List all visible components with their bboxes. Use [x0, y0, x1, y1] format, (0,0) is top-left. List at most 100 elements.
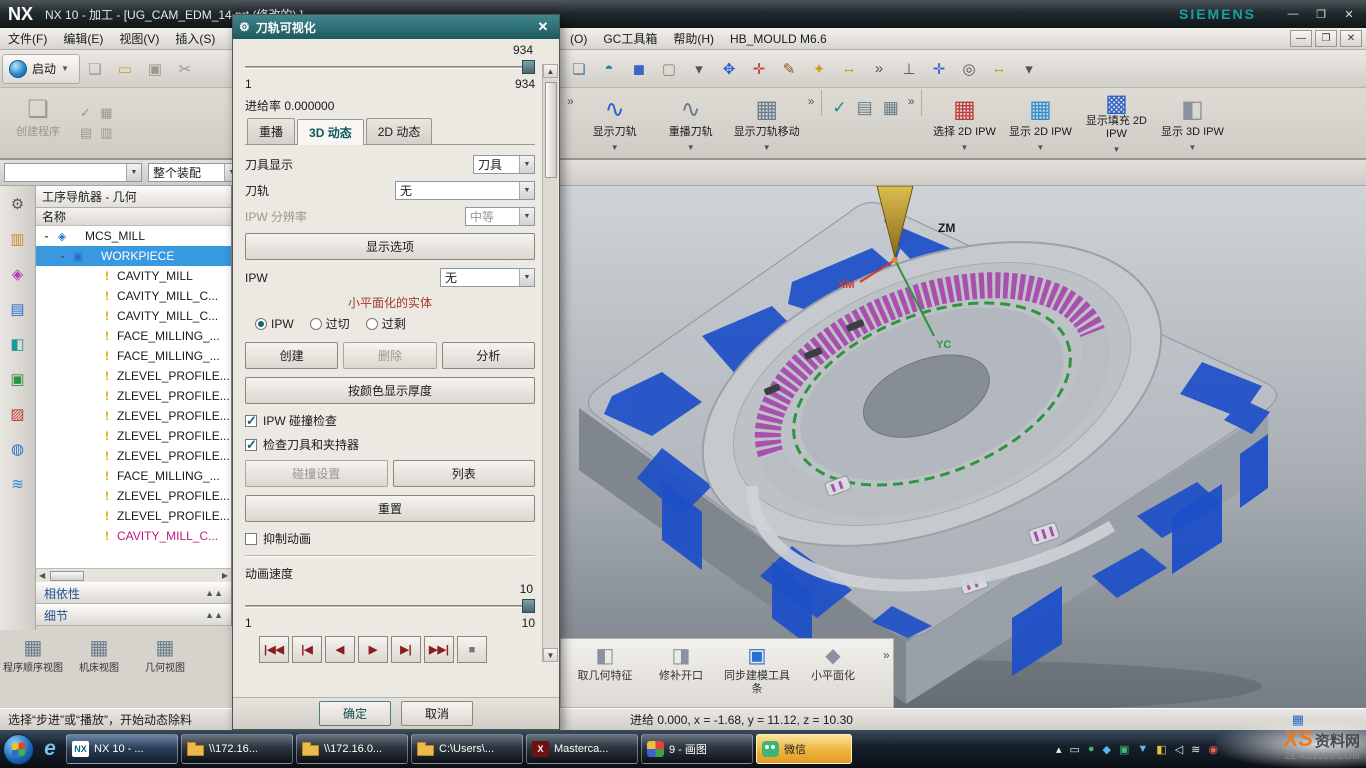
- stop-button[interactable]: ■: [457, 636, 487, 663]
- expander-icon[interactable]: -: [42, 229, 51, 243]
- minimize-button[interactable]: —: [1280, 4, 1306, 24]
- effects-icon[interactable]: ✦: [806, 56, 832, 82]
- child-restore-button[interactable]: ❐: [1315, 30, 1337, 47]
- show-filled-2d-ipw-button[interactable]: ▩ 显示填充 2D IPW ▼: [1078, 90, 1154, 156]
- navigator-panel-header[interactable]: 细节 ▲▲: [36, 604, 231, 626]
- speed-slider[interactable]: [245, 598, 535, 614]
- shaded-cube-icon[interactable]: ◼: [626, 56, 652, 82]
- navigator-panel-header[interactable]: 相依性 ▲▲: [36, 582, 231, 604]
- close-button[interactable]: ✕: [1336, 4, 1362, 24]
- history-icon[interactable]: ◍: [7, 439, 29, 459]
- tool-display-combo[interactable]: 刀具▼: [473, 155, 535, 174]
- menu-item[interactable]: (O): [562, 28, 595, 49]
- tree-item[interactable]: ! ZLEVEL_PROFILE...: [36, 386, 231, 406]
- show-toolpath-motion-button[interactable]: ▦ 显示刀轨移动 ▼: [729, 90, 805, 156]
- taskbar-mastercam-button[interactable]: X Masterca...: [526, 734, 638, 764]
- selection-scope-combo[interactable]: 整个装配▼: [148, 163, 240, 182]
- overflow-chevron[interactable]: »: [908, 94, 915, 108]
- facet-body-button[interactable]: ◆ 小平面化: [795, 643, 871, 683]
- name-column-header[interactable]: 名称: [36, 208, 231, 226]
- child-close-button[interactable]: ✕: [1340, 30, 1362, 47]
- ok-button[interactable]: 确定: [319, 701, 391, 726]
- snap-center-icon[interactable]: ◎: [956, 56, 982, 82]
- start-menu-button[interactable]: 启动 ▼: [2, 54, 80, 84]
- replay-toolpath-button[interactable]: ∿ 重播刀轨 ▼: [653, 90, 729, 156]
- tree-item[interactable]: ! ZLEVEL_PROFILE...: [36, 406, 231, 426]
- frame-slider[interactable]: [245, 59, 535, 75]
- faceted-action-button[interactable]: 删除: [343, 342, 436, 369]
- taskbar-network-folder2-button[interactable]: \\172.16.0...: [296, 734, 408, 764]
- show-toolpath-button[interactable]: ∿ 显示刀轨 ▼: [577, 90, 653, 156]
- tray-network-icon[interactable]: ≋: [1191, 743, 1200, 756]
- snap-point-icon[interactable]: ✛: [926, 56, 952, 82]
- expander-icon[interactable]: -: [58, 249, 67, 263]
- hd3d-tools-icon[interactable]: ▣: [7, 369, 29, 389]
- view-button[interactable]: ▦ 程序顺序视图: [2, 636, 64, 702]
- list-output-icon[interactable]: ▦: [883, 98, 899, 118]
- tree-item[interactable]: ! ZLEVEL_PROFILE...: [36, 506, 231, 526]
- show-3d-ipw-button[interactable]: ◧ 显示 3D IPW ▼: [1154, 90, 1230, 156]
- overflow-chevron[interactable]: »: [866, 56, 892, 82]
- menu-item[interactable]: GC工具箱: [595, 28, 665, 49]
- tree-item[interactable]: ! CAVITY_MILL_C...: [36, 306, 231, 326]
- menu-item[interactable]: 文件(F): [0, 30, 55, 47]
- menu-item[interactable]: 编辑(E): [55, 30, 111, 47]
- internet-explorer-icon[interactable]: e: [37, 734, 63, 764]
- measure-icon[interactable]: ↔: [836, 56, 862, 82]
- dialog-tab[interactable]: 3D 动态: [297, 119, 364, 145]
- synchronous-modeling-button[interactable]: ▣ 同步建模工具条: [719, 643, 795, 696]
- taskbar-network-folder-button[interactable]: \\172.16...: [181, 734, 293, 764]
- tree-item[interactable]: ! FACE_MILLING_...: [36, 466, 231, 486]
- assembly-navigator-icon[interactable]: ▥: [7, 229, 29, 249]
- collision-button[interactable]: 碰撞设置: [245, 460, 388, 487]
- scrollbar-thumb[interactable]: [545, 82, 557, 178]
- menu-item[interactable]: HB_MOULD M6.6: [722, 28, 835, 49]
- tray-volume-icon[interactable]: ◁: [1175, 743, 1183, 756]
- tree-item[interactable]: ! ZLEVEL_PROFILE...: [36, 426, 231, 446]
- view-button[interactable]: ▦ 几何视图: [134, 636, 196, 702]
- empty-window-icon[interactable]: ▢: [656, 56, 682, 82]
- dialog-tab[interactable]: 重播: [247, 118, 295, 144]
- generate-toolpath-icon[interactable]: ✓: [832, 98, 846, 118]
- taskbar-users-folder-button[interactable]: C:\Users\...: [411, 734, 523, 764]
- tree-item[interactable]: - WORKPIECE: [36, 246, 231, 266]
- checkbox-row[interactable]: IPW 碰撞检查: [245, 412, 535, 429]
- radio-option[interactable]: 过切: [310, 315, 350, 332]
- toolpath-combo[interactable]: 无▼: [395, 181, 535, 200]
- show-2d-ipw-button[interactable]: ▦ 显示 2D IPW ▼: [1002, 90, 1078, 156]
- play-button[interactable]: ▶: [358, 636, 388, 663]
- display-mode-icon[interactable]: ◓: [596, 56, 622, 82]
- dialog-scrollbar[interactable]: ▲ ▼: [542, 64, 558, 662]
- reuse-library-icon[interactable]: ◧: [7, 334, 29, 354]
- go-to-start-button[interactable]: |◀◀: [259, 636, 289, 663]
- horizontal-scrollbar[interactable]: ◀ ▶: [36, 568, 231, 582]
- brush-icon[interactable]: ✎: [776, 56, 802, 82]
- part-navigator-icon[interactable]: ▤: [7, 299, 29, 319]
- tree-item[interactable]: ! ZLEVEL_PROFILE...: [36, 366, 231, 386]
- select-2d-ipw-button[interactable]: ▦ 选择 2D IPW ▼: [926, 90, 1002, 156]
- thickness-by-color-button[interactable]: 按颜色显示厚度: [245, 377, 535, 404]
- menu-item[interactable]: 视图(V): [111, 30, 167, 47]
- go-to-end-button[interactable]: ▶▶|: [424, 636, 454, 663]
- scroll-down-icon[interactable]: ▼: [543, 648, 558, 662]
- reset-button[interactable]: 重置: [245, 495, 535, 522]
- tree-item[interactable]: ! FACE_MILLING_...: [36, 346, 231, 366]
- save-icon[interactable]: ▣: [142, 56, 168, 82]
- tree-item[interactable]: ! CAVITY_MILL: [36, 266, 231, 286]
- dialog-tab[interactable]: 2D 动态: [366, 118, 433, 144]
- slider-handle[interactable]: [522, 60, 535, 74]
- dialog-close-button[interactable]: ✕: [533, 18, 553, 36]
- snap-caret-icon[interactable]: ▾: [1016, 56, 1042, 82]
- ipw-resolution-combo[interactable]: 中等▼: [465, 207, 535, 226]
- tree-item[interactable]: ! FACE_MILLING_...: [36, 326, 231, 346]
- radio-option[interactable]: IPW: [255, 315, 294, 332]
- tree-item[interactable]: ! ZLEVEL_PROFILE...: [36, 446, 231, 466]
- ipw-combo[interactable]: 无▼: [440, 268, 535, 287]
- radio-option[interactable]: 过剩: [366, 315, 406, 332]
- step-forward-button[interactable]: ▶|: [391, 636, 421, 663]
- toolbar-overflow-chevron[interactable]: »: [883, 648, 890, 662]
- selection-filter-combo[interactable]: ▼: [4, 163, 142, 182]
- faceted-action-button[interactable]: 创建: [245, 342, 338, 369]
- cancel-button[interactable]: 取消: [401, 701, 473, 726]
- menu-item[interactable]: 插入(S): [167, 30, 223, 47]
